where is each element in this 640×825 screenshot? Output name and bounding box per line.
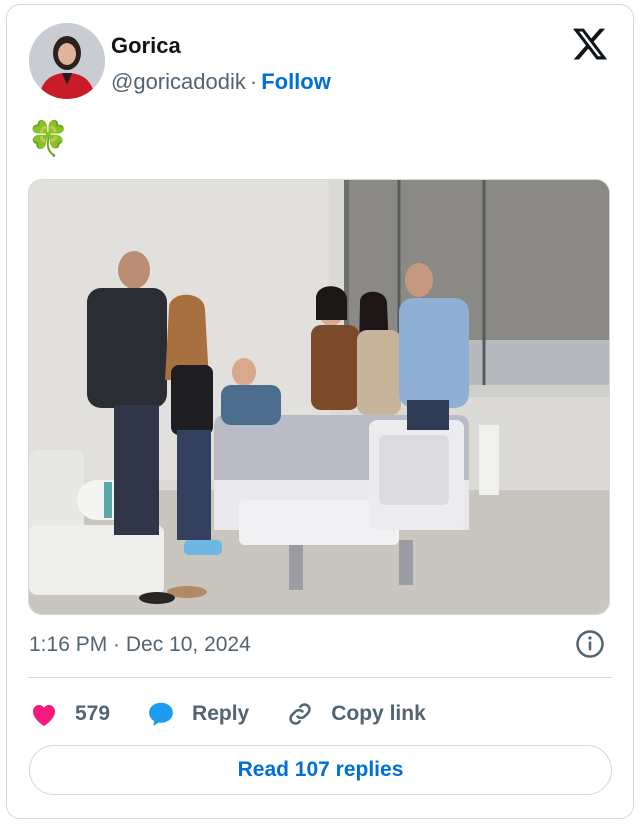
copy-link-label: Copy link [331, 702, 426, 725]
info-icon[interactable] [575, 629, 605, 659]
reply-label: Reply [192, 702, 250, 725]
tweet-text: 🍀 [27, 120, 70, 158]
reply-button[interactable]: Reply [146, 699, 249, 729]
follow-button[interactable]: Follow [261, 69, 331, 94]
author-handle-row: @goricadodik · Follow [111, 69, 331, 95]
action-bar: 579 Reply Copy link [29, 695, 462, 733]
separator-dot: · [249, 69, 258, 94]
speech-bubble-icon [149, 702, 173, 726]
author-avatar[interactable] [29, 23, 105, 99]
author-name[interactable]: Gorica [111, 33, 181, 59]
tweet-timestamp[interactable]: 1:16 PM · Dec 10, 2024 [29, 633, 251, 657]
copy-link-button[interactable]: Copy link [285, 699, 426, 729]
like-button[interactable]: 579 [29, 699, 110, 729]
avatar-image-icon [29, 23, 105, 99]
tweet-card: Gorica @goricadodik · Follow 🍀 1:16 PM ·… [6, 4, 634, 819]
author-handle[interactable]: @goricadodik [111, 69, 246, 94]
read-replies-button[interactable]: Read 107 replies [29, 745, 612, 795]
heart-icon [33, 705, 55, 726]
x-logo-icon[interactable] [571, 25, 609, 63]
tweet-photo[interactable] [28, 179, 610, 615]
like-count: 579 [75, 702, 111, 725]
link-icon [289, 703, 311, 725]
hospital-room-photo-icon [29, 180, 609, 614]
divider [28, 677, 612, 678]
